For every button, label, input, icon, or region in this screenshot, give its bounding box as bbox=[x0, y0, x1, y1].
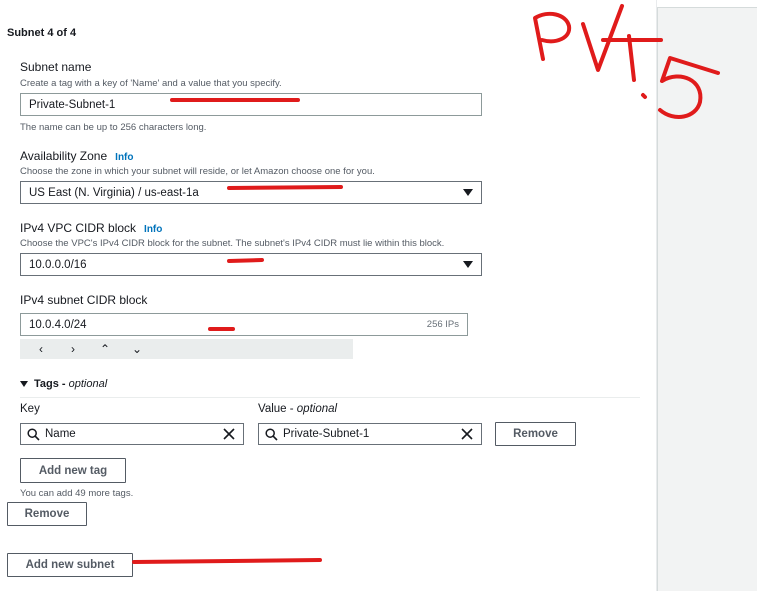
availability-zone-label-text: Availability Zone bbox=[20, 149, 108, 163]
tag-value-input[interactable]: Private-Subnet-1 bbox=[258, 423, 482, 445]
search-icon bbox=[265, 427, 283, 441]
tag-value-label: Value - optional bbox=[258, 403, 337, 415]
vpc-cidr-label: IPv4 VPC CIDR block Info bbox=[20, 221, 162, 235]
subnet-name-input[interactable]: Private-Subnet-1 bbox=[20, 93, 482, 116]
add-new-tag-button[interactable]: Add new tag bbox=[20, 458, 126, 483]
tags-heading: Tags - optional bbox=[34, 378, 107, 390]
availability-zone-select[interactable]: US East (N. Virginia) / us-east-1a bbox=[20, 181, 482, 204]
tags-optional: optional bbox=[68, 378, 108, 390]
caret-down-icon bbox=[463, 189, 473, 196]
subnet-cidr-ip-count: 256 IPs bbox=[426, 319, 459, 330]
chevron-down-icon[interactable]: ⌄ bbox=[126, 339, 148, 359]
subnet-cidr-value: 10.0.4.0/24 bbox=[29, 318, 87, 331]
search-icon bbox=[27, 427, 45, 441]
availability-zone-value: US East (N. Virginia) / us-east-1a bbox=[29, 186, 199, 199]
add-new-subnet-button[interactable]: Add new subnet bbox=[7, 553, 133, 577]
caret-down-icon bbox=[463, 261, 473, 268]
vpc-cidr-description: Choose the VPC's IPv4 CIDR block for the… bbox=[20, 238, 445, 249]
right-gutter bbox=[657, 8, 757, 591]
tag-key-value: Name bbox=[45, 428, 76, 440]
vpc-cidr-select[interactable]: 10.0.0.0/16 bbox=[20, 253, 482, 276]
remove-subnet-button[interactable]: Remove bbox=[7, 502, 87, 526]
vpc-cidr-label-text: IPv4 VPC CIDR block bbox=[20, 221, 137, 235]
add-tag-hint: You can add 49 more tags. bbox=[20, 488, 134, 499]
availability-zone-label: Availability Zone Info bbox=[20, 149, 134, 163]
vpc-cidr-info-link[interactable]: Info bbox=[144, 224, 162, 235]
caret-down-icon bbox=[20, 381, 28, 387]
tag-key-label: Key bbox=[20, 403, 40, 415]
subnet-cidr-label: IPv4 subnet CIDR block bbox=[20, 293, 148, 307]
availability-zone-info-link[interactable]: Info bbox=[115, 152, 133, 163]
subnet-name-constraint: The name can be up to 256 characters lon… bbox=[20, 122, 207, 133]
vpc-cidr-value: 10.0.0.0/16 bbox=[29, 258, 87, 271]
chevron-left-icon[interactable]: ‹ bbox=[30, 339, 52, 359]
tags-divider bbox=[20, 397, 640, 398]
tag-value-value: Private-Subnet-1 bbox=[283, 428, 370, 440]
tag-key-input[interactable]: Name bbox=[20, 423, 244, 445]
subnet-heading: Subnet 4 of 4 bbox=[7, 27, 77, 39]
chevron-right-icon[interactable]: › bbox=[62, 339, 84, 359]
chevron-up-icon[interactable]: ⌃ bbox=[94, 339, 116, 359]
subnet-name-label: Subnet name bbox=[20, 60, 92, 74]
cidr-stepper: ‹ › ⌃ ⌄ bbox=[20, 339, 353, 359]
availability-zone-description: Choose the zone in which your subnet wil… bbox=[20, 166, 375, 177]
close-icon[interactable] bbox=[459, 426, 475, 442]
remove-tag-button[interactable]: Remove bbox=[495, 422, 576, 446]
close-icon[interactable] bbox=[221, 426, 237, 442]
subnet-cidr-input[interactable]: 10.0.4.0/24 256 IPs bbox=[20, 313, 468, 336]
tag-value-optional: optional bbox=[296, 403, 338, 415]
tags-section-toggle[interactable]: Tags - optional bbox=[20, 378, 107, 390]
tags-heading-text: Tags - bbox=[34, 378, 69, 390]
tag-value-label-text: Value - bbox=[258, 403, 297, 415]
subnet-name-description: Create a tag with a key of 'Name' and a … bbox=[20, 78, 282, 89]
subnet-name-value: Private-Subnet-1 bbox=[29, 98, 116, 111]
